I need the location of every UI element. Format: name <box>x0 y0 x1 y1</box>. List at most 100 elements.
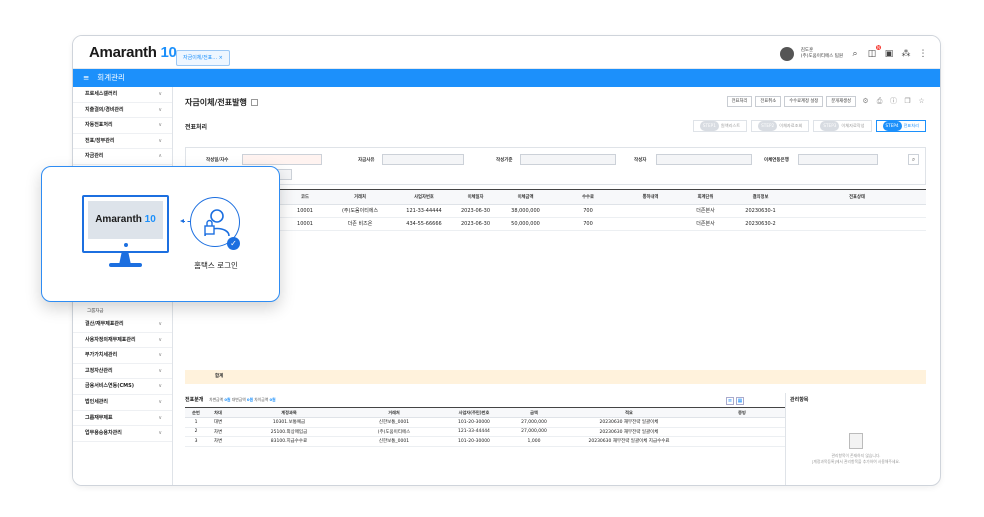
col-header[interactable]: 차대 <box>207 407 229 418</box>
col-header[interactable]: 통하내역 <box>623 190 678 205</box>
sidebar-subitem[interactable]: 그룹자금 <box>73 306 172 317</box>
sidebar-item[interactable]: 고정자산관리 ∨ <box>73 364 172 380</box>
date-label: 작성일/자수 <box>206 158 229 163</box>
info-icon[interactable] <box>250 99 258 106</box>
col-header[interactable]: 전표상태 <box>788 190 926 205</box>
sidebar-item[interactable]: 전표/장부관리 ∨ <box>73 134 172 150</box>
step-2[interactable]: STEP2 이체자료조회 <box>751 120 810 132</box>
table-row[interactable]: 2345678901 10001 더존 비즈온 434-55-66666 202… <box>185 217 926 231</box>
col-header[interactable]: 이체금액 <box>498 190 553 205</box>
avatar[interactable] <box>779 47 794 61</box>
col-header[interactable]: 회계단위 <box>678 190 733 205</box>
col-header[interactable]: 거래처 <box>325 190 395 205</box>
sidebar-item[interactable]: 그룹재무제표 ∨ <box>73 411 172 427</box>
voucher-cancel-button[interactable]: 전표취소 <box>755 96 782 107</box>
sidebar-item[interactable]: 업무용승용차관리 ∨ <box>73 426 172 442</box>
table-row[interactable]: 2345678901 10001 (주)도움이티에스 121-33-44444 … <box>185 204 926 218</box>
cell <box>699 436 785 447</box>
tab-fund-transfer[interactable]: 자금이체/전표... × <box>176 50 230 66</box>
cell: 10301.보통예금 <box>229 417 349 428</box>
writer-input[interactable] <box>656 154 752 165</box>
search-icon[interactable]: ⌕ <box>908 154 919 165</box>
monitor-icon: Amaranth 10 <box>82 195 169 253</box>
col-header[interactable]: 수수료 <box>553 190 623 205</box>
fee-account-button[interactable]: 수수료계정 설정 <box>784 96 824 107</box>
step-3[interactable]: STEP3 이체자료작성 <box>813 120 872 132</box>
print-icon[interactable]: ⎙ <box>875 97 884 106</box>
hamburger-icon[interactable]: ≡ <box>83 73 89 82</box>
cell: 25100.외상매입금 <box>229 427 349 437</box>
cell: 101-20-30000 <box>439 417 509 428</box>
bank-input[interactable] <box>798 154 878 165</box>
power-dot <box>124 243 128 247</box>
org-chart-icon[interactable]: ⁂ <box>901 49 911 59</box>
col-header[interactable]: 사업자번호 <box>395 190 453 205</box>
org-label: 작성기준 <box>496 158 513 163</box>
cell: 20230630-1 <box>733 204 788 218</box>
empty-state: 관리항목이 존재하지 않습니다. [계정과목등록]에서 관리항목을 추가하여 사… <box>786 433 926 465</box>
writer-label: 작성자 <box>634 158 647 163</box>
col-header[interactable]: 순번 <box>185 407 207 418</box>
help-icon[interactable]: ⓘ <box>889 97 898 106</box>
col-header[interactable]: 코드 <box>285 190 325 205</box>
mgmt-panel: 관리항목 관리항목이 존재하지 않습니다. [계정과목등록]에서 관리항목을 추… <box>785 393 926 485</box>
col-header[interactable]: 거래처 <box>349 407 439 418</box>
cell: 20230630 재무전략 일괄이체 <box>559 427 699 437</box>
list-view-icon[interactable]: ≡ <box>726 397 734 405</box>
table-row[interactable]: 2 차변 25100.외상매입금 (주)도움이티에스 121-33-44444 … <box>185 427 785 437</box>
cell: (주)도움이티에스 <box>325 204 395 218</box>
col-header[interactable]: 계정과목 <box>229 407 349 418</box>
calendar-icon[interactable]: ▣ <box>884 49 894 59</box>
copy-icon[interactable]: ❐ <box>903 97 912 106</box>
cell: 1,000 <box>509 436 559 447</box>
col-header[interactable]: 결의정보 <box>733 190 788 205</box>
cell <box>699 427 785 437</box>
sidebar-item-fund[interactable]: 자금관리 ∧ <box>73 149 172 165</box>
main-content: 자금이체/전표발행 전표처리 전표취소 수수료계정 설정 분개재생성 ⚙ ⎙ ⓘ… <box>173 87 940 485</box>
sidebar-item[interactable]: 프로세스갤러리 ∨ <box>73 87 172 103</box>
table-row[interactable]: 3 차변 83100.지급수수료 신한보통_0001 101-20-30000 … <box>185 436 785 447</box>
cell: 신한보통_0001 <box>349 436 439 447</box>
star-icon[interactable]: ☆ <box>917 97 926 106</box>
col-header[interactable]: 금액 <box>509 407 559 418</box>
user-info[interactable]: 김도훈 (주)도움이티에스 팀원 <box>801 48 843 60</box>
cell: 27,000,000 <box>509 417 559 428</box>
col-header[interactable]: 이체일자 <box>453 190 498 205</box>
sidebar-item[interactable]: 지출결의/경비관리 ∨ <box>73 103 172 119</box>
cell: 700 <box>553 204 623 218</box>
date-input[interactable] <box>242 154 322 165</box>
org-input[interactable] <box>520 154 616 165</box>
mgmt-title: 관리항목 <box>790 397 809 403</box>
bell-icon[interactable]: ◫ N <box>867 45 881 59</box>
cell <box>699 417 785 428</box>
table-row[interactable]: 1 대변 10301.보통예금 신한보통_0001 101-20-30000 2… <box>185 417 785 428</box>
user-org: (주)도움이티에스 팀원 <box>800 54 843 59</box>
cell: 2 <box>185 427 207 437</box>
more-icon[interactable]: ⋮ <box>918 49 928 59</box>
col-header[interactable]: 증빙 <box>699 407 785 418</box>
toolbar: 전표처리 전표취소 수수료계정 설정 분개재생성 ⚙ ⎙ ⓘ ❐ ☆ <box>726 96 926 107</box>
sidebar-item[interactable]: 자동전표처리 ∨ <box>73 118 172 134</box>
sidebar-item[interactable]: 부가가치세관리 ∨ <box>73 348 172 364</box>
regenerate-button[interactable]: 분개재생성 <box>826 96 856 107</box>
settings-icon[interactable]: ⚙ <box>861 97 870 106</box>
cell: 83100.지급수수료 <box>229 436 349 447</box>
module-title: 회계관리 <box>97 73 125 82</box>
step-4[interactable]: STEP4 전표처리 <box>875 120 926 132</box>
app-logo[interactable]: Amaranth 10 <box>89 44 177 61</box>
col-header[interactable]: 적요 <box>559 407 699 418</box>
cell: 20230630 재무전략 일괄이체 <box>559 417 699 428</box>
empty-hint: [계정과목등록]에서 관리항목을 추가하여 사용해주세요. <box>811 459 901 464</box>
search-icon[interactable]: ⌕ <box>850 49 860 59</box>
sidebar-item[interactable]: 금융서비스연동(CMS) ∨ <box>73 379 172 395</box>
user-area: 김도훈 (주)도움이티에스 팀원 ⌕ ◫ N ▣ ⁂ ⋮ <box>779 45 928 63</box>
sidebar-item[interactable]: 사용자정의재무제표관리 ∨ <box>73 333 172 349</box>
fund-label: 자금사유 <box>358 158 375 163</box>
voucher-process-button[interactable]: 전표처리 <box>726 96 753 107</box>
step-1[interactable]: STEP1 원액리스트 <box>692 120 748 132</box>
sidebar-item[interactable]: 법인세관리 ∨ <box>73 395 172 411</box>
sidebar-item[interactable]: 결산/재무제표관리 ∨ <box>73 317 172 333</box>
fund-input[interactable] <box>382 154 464 165</box>
col-header[interactable]: 사업자(주민)번호 <box>439 407 509 418</box>
grid-view-icon[interactable]: ▦ <box>736 397 744 405</box>
